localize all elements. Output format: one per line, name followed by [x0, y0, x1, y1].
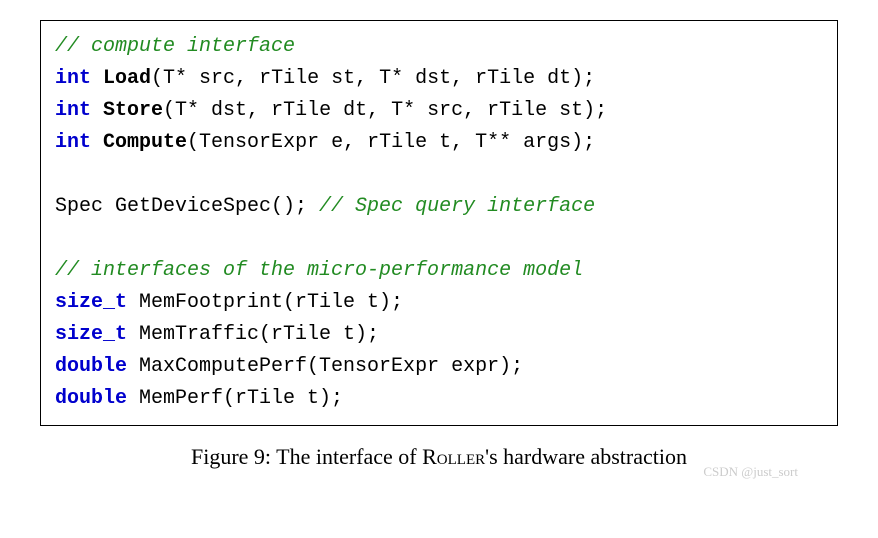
sig-traffic: MemTraffic(rTile t);	[127, 323, 379, 346]
kw-sizet-traffic: size_t	[55, 323, 127, 346]
sig-maxperf: MaxComputePerf(TensorExpr expr);	[127, 355, 523, 378]
kw-int-compute: int	[55, 131, 91, 154]
fn-load: Load	[103, 67, 151, 90]
fn-store: Store	[103, 99, 163, 122]
sig-footprint: MemFootprint(rTile t);	[127, 291, 403, 314]
line-spec: Spec GetDeviceSpec();	[55, 195, 319, 218]
caption-suffix: 's hardware abstraction	[485, 444, 687, 469]
sig-store: (T* dst, rTile dt, T* src, rTile st);	[163, 99, 607, 122]
caption-roller: Roller	[422, 444, 485, 469]
kw-double-memperf: double	[55, 387, 127, 410]
kw-int-store: int	[55, 99, 91, 122]
comment-compute: // compute interface	[55, 35, 295, 58]
sig-compute: (TensorExpr e, rTile t, T** args);	[187, 131, 595, 154]
kw-sizet-footprint: size_t	[55, 291, 127, 314]
comment-micro: // interfaces of the micro-performance m…	[55, 259, 583, 282]
sig-load: (T* src, rTile st, T* dst, rTile dt);	[151, 67, 595, 90]
fn-compute: Compute	[103, 131, 187, 154]
comment-spec: // Spec query interface	[319, 195, 595, 218]
kw-int-load: int	[55, 67, 91, 90]
kw-double-maxperf: double	[55, 355, 127, 378]
caption-prefix: Figure 9: The interface of	[191, 444, 422, 469]
code-block: // compute interface int Load(T* src, rT…	[40, 20, 838, 426]
sig-memperf: MemPerf(rTile t);	[127, 387, 343, 410]
